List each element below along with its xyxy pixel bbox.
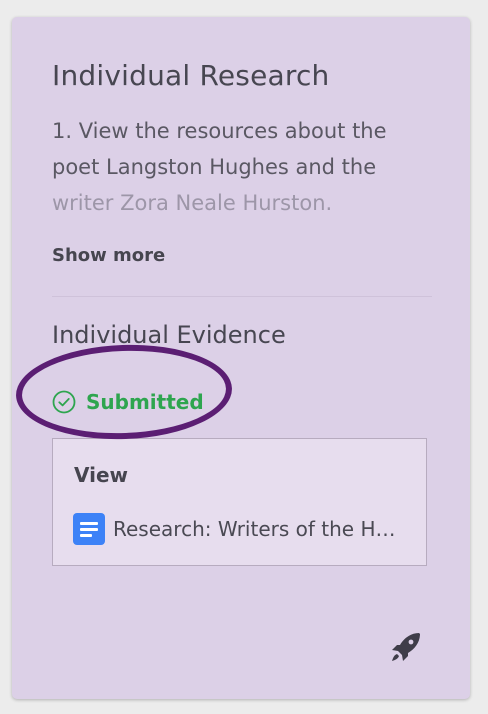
rocket-icon[interactable] — [389, 630, 423, 664]
card-description: 1. View the resources about the poet Lan… — [52, 113, 432, 221]
card-title: Individual Research — [52, 59, 330, 92]
check-circle-icon — [52, 390, 76, 414]
evidence-section-title: Individual Evidence — [52, 321, 286, 349]
view-label: View — [74, 463, 129, 487]
assignment-card: Individual Research 1. View the resource… — [12, 17, 470, 699]
google-docs-icon — [73, 513, 105, 545]
document-title: Research: Writers of the H… — [113, 517, 396, 541]
show-more-link[interactable]: Show more — [52, 245, 165, 266]
divider — [52, 296, 432, 297]
description-faded-text: writer Zora Neale Hurston. — [52, 191, 333, 215]
submission-status: Submitted — [52, 390, 204, 414]
document-link[interactable]: Research: Writers of the H… — [73, 513, 396, 545]
status-label: Submitted — [86, 390, 204, 414]
evidence-view-box: View Research: Writers of the H… — [52, 438, 427, 566]
description-text: 1. View the resources about the poet Lan… — [52, 119, 387, 179]
